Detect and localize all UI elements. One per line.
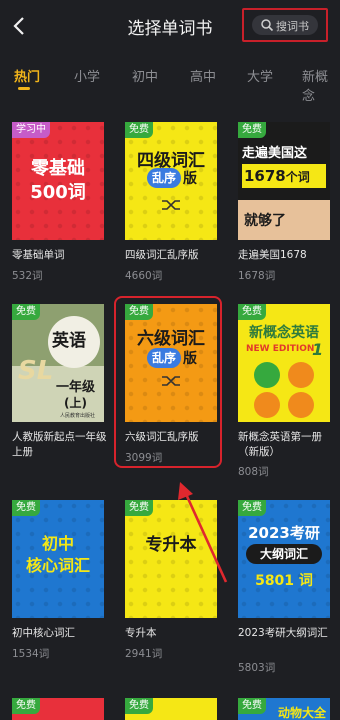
- header-bar: 选择单词书 搜词书: [0, 0, 340, 52]
- book-cover: 零基础 500词 学习中: [12, 122, 104, 240]
- free-badge: 免费: [12, 698, 40, 714]
- search-placeholder: 搜词书: [276, 20, 309, 33]
- cover-title: 初中: [41, 534, 74, 553]
- tab-hot[interactable]: 热门: [14, 66, 40, 85]
- cover-title: 2023考研: [248, 524, 320, 542]
- cover-pattern: [125, 500, 217, 618]
- book-name: 四级词汇乱序版: [125, 249, 199, 261]
- cover-circle-orange: [288, 362, 314, 388]
- cover-circle-green: [254, 362, 280, 388]
- free-badge: 免费: [238, 122, 266, 138]
- tab-new-concept[interactable]: 新概念: [302, 66, 340, 104]
- cover-title: 动物大全: [278, 706, 327, 720]
- word-count: 1678词: [238, 270, 276, 282]
- search-button[interactable]: 搜词书: [252, 15, 318, 35]
- book-name: 新概念英语第一册（新版）: [238, 431, 322, 458]
- tab-university[interactable]: 大学: [247, 66, 273, 85]
- word-count: 532词: [12, 270, 43, 282]
- book-cover: 专升本 免费: [125, 500, 217, 618]
- cover-circle-orange: [288, 392, 314, 418]
- cover-title: 走遍美国这: [242, 146, 308, 161]
- cover-logo: SL: [18, 356, 54, 386]
- book-cover: 免费: [12, 698, 104, 720]
- book-name: 初中核心词汇: [12, 627, 75, 639]
- book-name: 人教版新起点一年级上册: [12, 431, 107, 458]
- cover-subtitle: 500词: [30, 182, 86, 203]
- selection-highlight-box: [114, 296, 222, 468]
- tab-primary[interactable]: 小学: [74, 66, 100, 85]
- cover-edition: NEW EDITION: [246, 344, 315, 354]
- cover-unit: 个词: [285, 170, 310, 184]
- word-count: 5803词: [238, 662, 276, 674]
- book-name: 走遍美国1678: [238, 249, 307, 261]
- book-cover: 免费: [125, 698, 217, 720]
- free-badge: 免费: [238, 304, 266, 320]
- free-badge: 免费: [125, 500, 153, 516]
- free-badge: 免费: [238, 500, 266, 516]
- cover-edition: 版: [183, 171, 197, 187]
- cover-title: 英语: [52, 331, 86, 351]
- cover-tagline: 就够了: [244, 213, 286, 229]
- shuffle-icon: [162, 200, 180, 210]
- word-count: 2941词: [125, 648, 163, 660]
- book-cover: 四级词汇 乱序 版 免费: [125, 122, 217, 240]
- category-tabs: 热门 小学 初中 高中 大学 新概念: [0, 60, 340, 104]
- search-icon: [261, 19, 274, 32]
- cover-highlight: 1678个词: [242, 164, 326, 188]
- free-badge: 免费: [125, 122, 153, 138]
- cover-title: 新概念英语: [249, 325, 319, 341]
- free-badge: 免费: [12, 500, 40, 516]
- cover-shuffle-tag: 乱序: [147, 168, 181, 188]
- word-count: 1534词: [12, 648, 50, 660]
- search-highlight-box: 搜词书: [242, 8, 328, 42]
- cover-volume: (上): [64, 396, 87, 410]
- book-cover: 免费 动物大全: [238, 698, 330, 720]
- cover-title: 零基础: [31, 158, 85, 179]
- word-count: 808词: [238, 466, 269, 478]
- free-badge: 免费: [125, 698, 153, 714]
- tab-junior-high[interactable]: 初中: [132, 66, 158, 85]
- free-badge: 免费: [12, 304, 40, 320]
- cover-number: 1678: [244, 167, 286, 185]
- book-cover: 新概念英语 NEW EDITION 1 免费: [238, 304, 330, 422]
- cover-tag: 大纲词汇: [246, 544, 322, 564]
- cover-grade: 一年级: [56, 380, 96, 395]
- book-cover: 走遍美国这 1678个词 就够了 免费: [238, 122, 330, 240]
- cover-publisher: 人民教育出版社: [60, 413, 96, 419]
- book-cover: 初中 核心词汇 免费: [12, 500, 104, 618]
- book-name: 2023考研大纲词汇: [238, 627, 328, 639]
- status-badge: 学习中: [12, 122, 50, 138]
- cover-count: 5801 词: [255, 573, 313, 589]
- free-badge: 免费: [238, 698, 266, 714]
- book-name: 零基础单词: [12, 249, 65, 261]
- book-cover: 2023考研 大纲词汇 5801 词 免费: [238, 500, 330, 618]
- active-tab-indicator: [18, 87, 30, 90]
- cover-title: 专升本: [145, 535, 197, 555]
- book-name: 专升本: [125, 627, 157, 639]
- book-cover: 英语 SL 一年级 (上) 人民教育出版社 免费: [12, 304, 104, 422]
- word-count: 4660词: [125, 270, 163, 282]
- cover-subtitle: 核心词汇: [25, 556, 90, 575]
- tab-senior-high[interactable]: 高中: [190, 66, 216, 85]
- cover-volume: 1: [312, 340, 324, 359]
- cover-circle-orange: [254, 392, 280, 418]
